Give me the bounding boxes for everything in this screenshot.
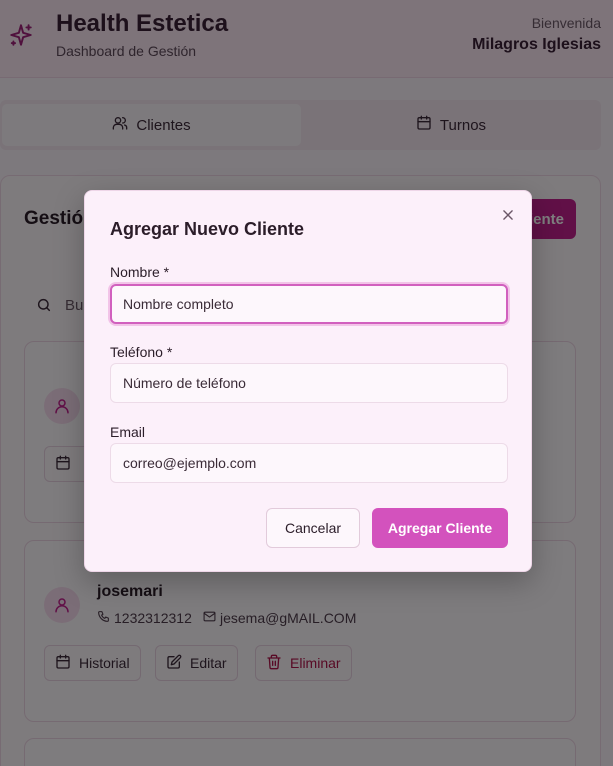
phone-label: Teléfono * bbox=[110, 344, 173, 360]
email-field[interactable] bbox=[110, 443, 508, 483]
phone-field[interactable] bbox=[110, 363, 508, 403]
name-label: Nombre * bbox=[110, 264, 170, 280]
email-label: Email bbox=[110, 424, 146, 440]
close-icon[interactable] bbox=[499, 206, 517, 224]
add-client-dialog: Agregar Nuevo Cliente Nombre * Teléfono … bbox=[84, 190, 532, 572]
dialog-title: Agregar Nuevo Cliente bbox=[110, 219, 305, 239]
cancel-button[interactable]: Cancelar bbox=[266, 508, 360, 548]
name-field[interactable] bbox=[110, 284, 508, 324]
add-client-submit-button[interactable]: Agregar Cliente bbox=[372, 508, 508, 548]
